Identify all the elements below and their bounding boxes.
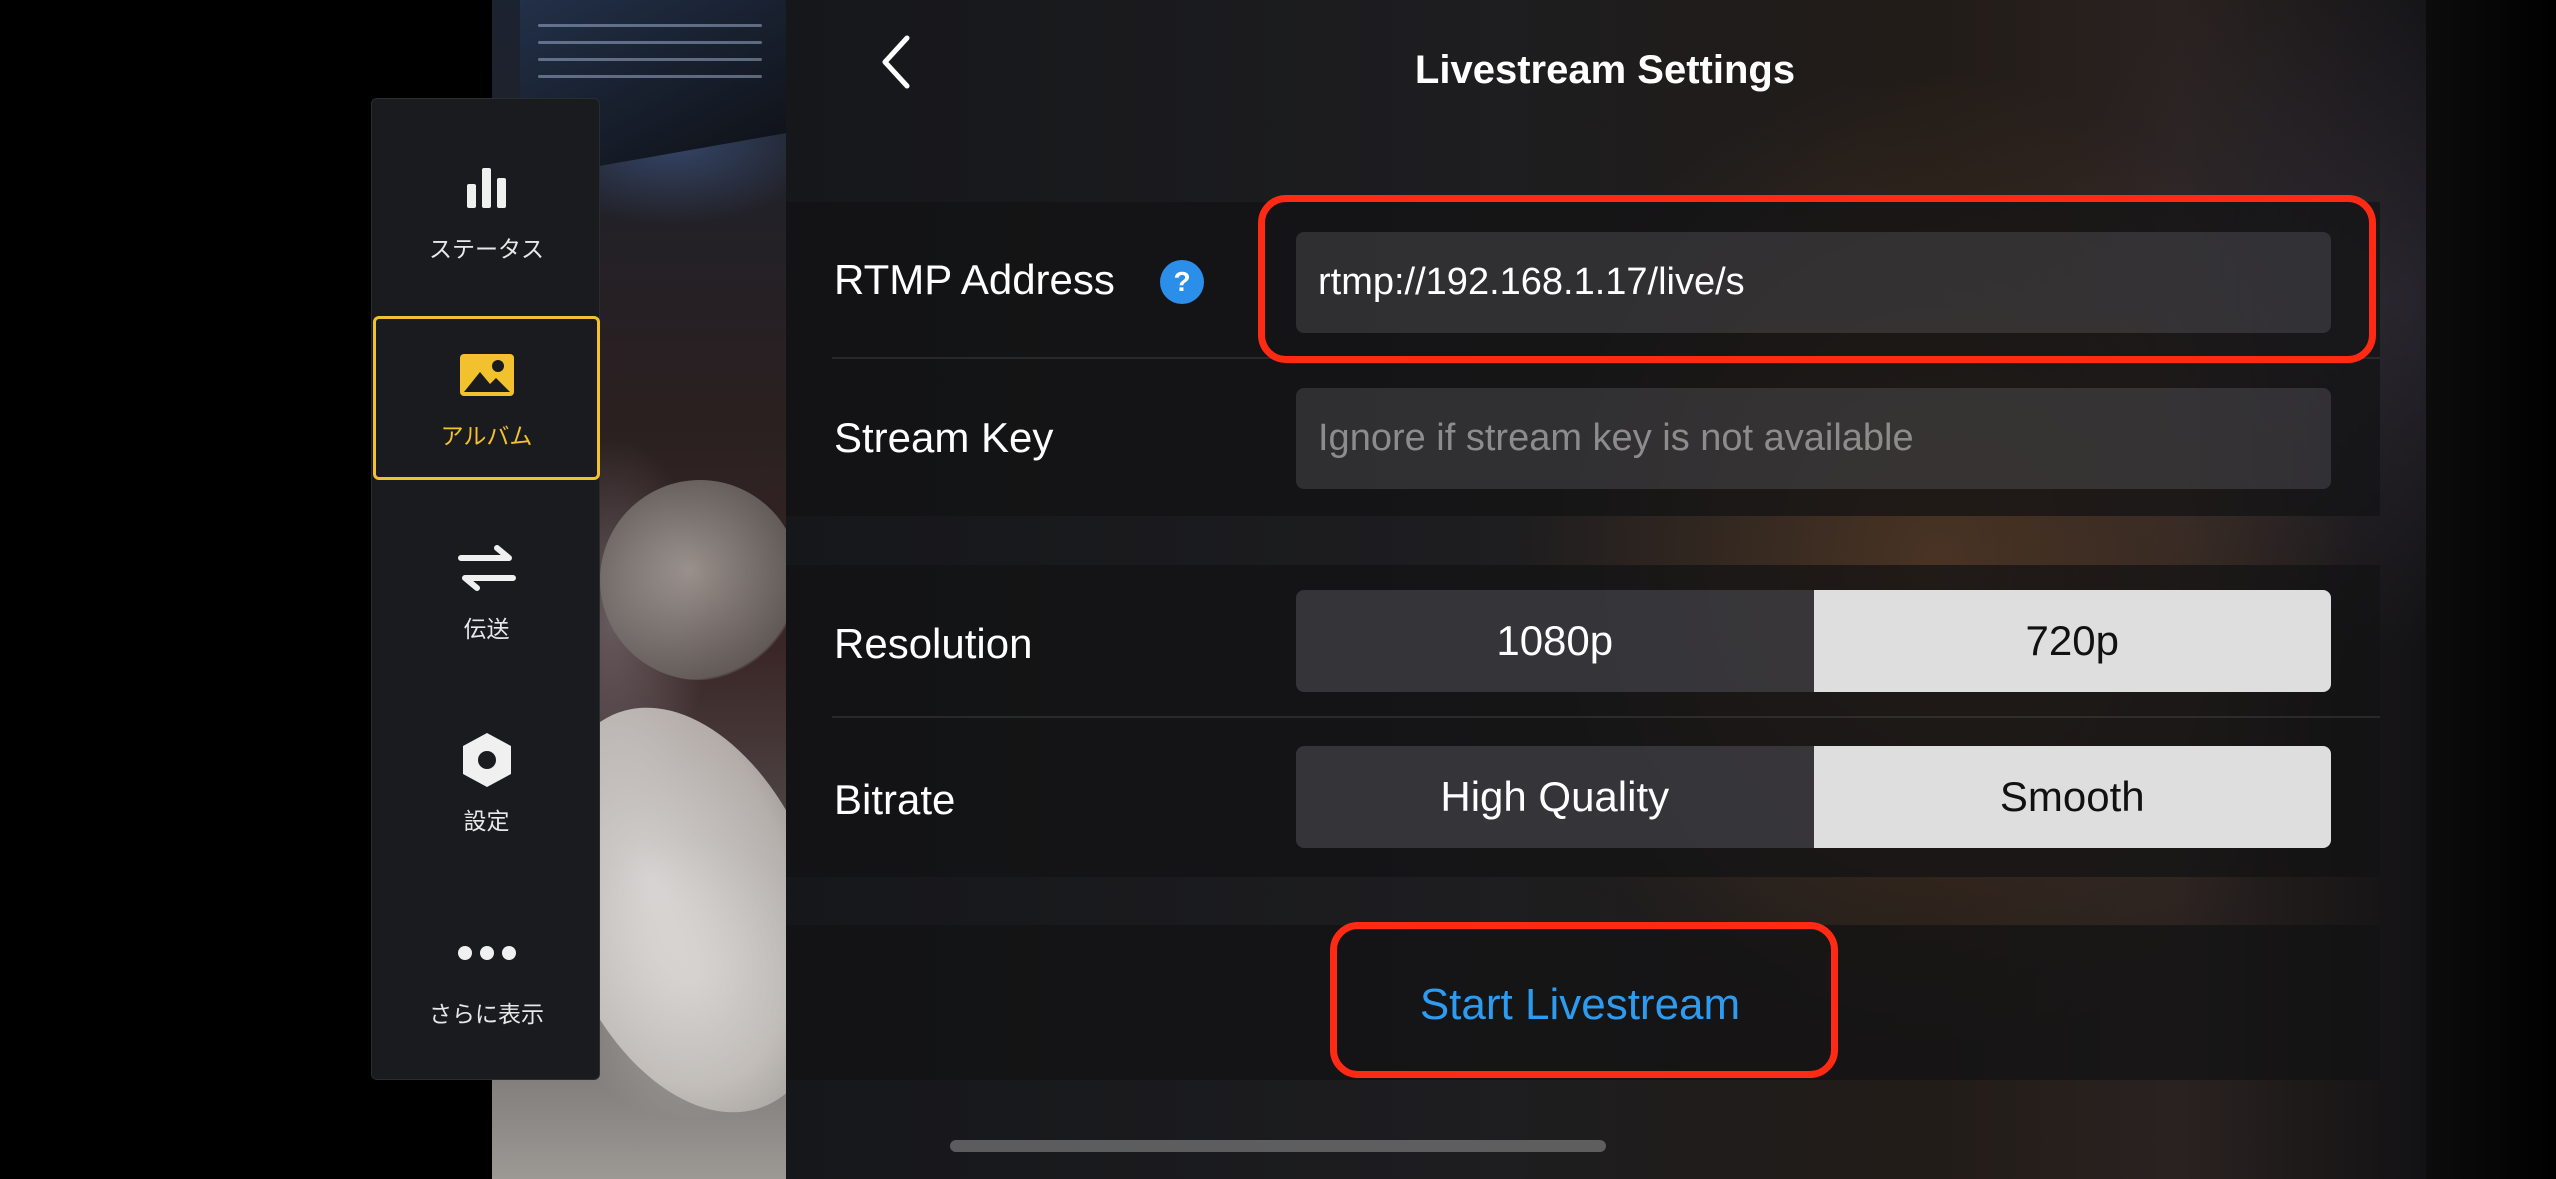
stream-key-label: Stream Key <box>834 414 1054 461</box>
resolution-option-720p[interactable]: 720p <box>1813 590 2331 692</box>
resolution-selector: 1080p 720p <box>1296 590 2331 692</box>
more-dots-icon <box>457 923 517 983</box>
chevron-left-icon <box>879 34 913 93</box>
bar-chart-icon <box>457 158 517 218</box>
bitrate-option-smooth[interactable]: Smooth <box>1813 746 2331 848</box>
sidebar: ステータス アルバム 伝送 設定 さらに表示 <box>371 98 600 1080</box>
bitrate-option-high-quality[interactable]: High Quality <box>1296 746 1814 848</box>
sidebar-item-transfer[interactable]: 伝送 <box>372 509 601 673</box>
sidebar-item-status[interactable]: ステータス <box>372 129 601 293</box>
sidebar-item-label: 設定 <box>463 808 510 834</box>
rtmp-address-label: RTMP Address <box>834 256 1115 303</box>
resolution-label: Resolution <box>834 620 1033 667</box>
sidebar-item-label: ステータス <box>429 236 544 262</box>
sidebar-item-label: 伝送 <box>463 616 510 642</box>
sidebar-item-label: さらに表示 <box>429 1001 544 1027</box>
resolution-option-1080p[interactable]: 1080p <box>1296 590 1814 692</box>
stream-key-input[interactable]: Ignore if stream key is not available <box>1296 388 2331 489</box>
background-object <box>600 480 800 680</box>
transfer-arrows-icon <box>457 538 517 598</box>
bitrate-label: Bitrate <box>834 776 956 823</box>
sidebar-item-album[interactable]: アルバム <box>373 316 600 480</box>
page-title: Livestream Settings <box>1414 48 1796 92</box>
start-livestream-button[interactable]: Start Livestream <box>1340 945 1820 1065</box>
sidebar-item-label: アルバム <box>440 423 533 449</box>
help-icon[interactable]: ? <box>1160 260 1204 304</box>
sidebar-item-more[interactable]: さらに表示 <box>372 894 601 1058</box>
row-divider <box>832 716 2380 718</box>
rtmp-address-input[interactable] <box>1296 232 2331 333</box>
settings-hex-icon <box>457 730 517 790</box>
sidebar-item-settings[interactable]: 設定 <box>372 701 601 865</box>
back-button[interactable] <box>866 28 926 98</box>
bitrate-selector: High Quality Smooth <box>1296 746 2331 848</box>
home-indicator[interactable] <box>950 1140 1606 1152</box>
screen-edge <box>2426 0 2556 1179</box>
row-divider <box>832 357 2380 359</box>
image-icon <box>457 345 517 405</box>
